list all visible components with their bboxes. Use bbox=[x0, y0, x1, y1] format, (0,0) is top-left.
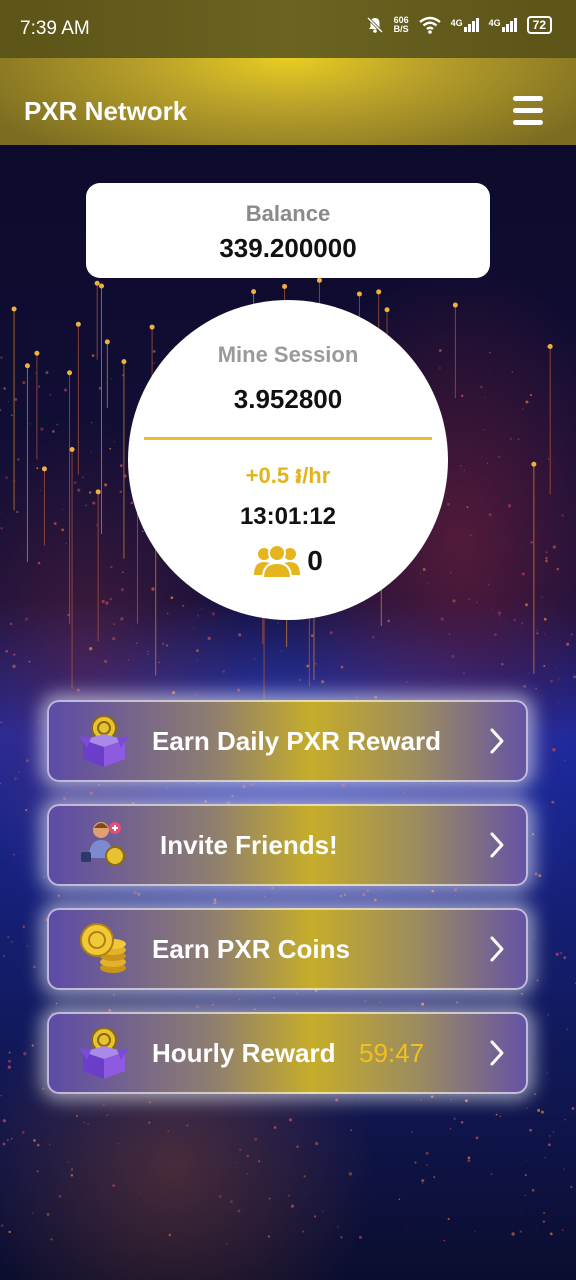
invite-user-icon bbox=[81, 822, 125, 866]
wifi-icon bbox=[418, 16, 441, 34]
hourly-reward-label: Hourly Reward bbox=[152, 1038, 336, 1068]
mine-session-label: Mine Session bbox=[217, 342, 359, 367]
invite-friends-label: Invite Friends! bbox=[160, 830, 338, 860]
app-title: PXR Network bbox=[24, 96, 188, 126]
chevron-right-icon bbox=[490, 1040, 504, 1066]
invite-friends-button[interactable]: Invite Friends! bbox=[47, 804, 528, 886]
earn-daily-reward-label: Earn Daily PXR Reward bbox=[152, 726, 441, 756]
battery-indicator: 72 bbox=[526, 16, 552, 34]
team-row: 0 bbox=[128, 543, 448, 579]
chevron-right-icon bbox=[490, 936, 504, 962]
signal-2: 4G bbox=[489, 18, 517, 32]
signal-1: 4G bbox=[451, 18, 479, 32]
session-timer: 13:01:12 bbox=[239, 503, 337, 530]
chevron-right-icon bbox=[490, 728, 504, 754]
gift-box-icon bbox=[79, 715, 129, 767]
gift-box-icon bbox=[79, 1027, 129, 1079]
divider bbox=[144, 437, 432, 440]
hamburger-menu-icon[interactable] bbox=[513, 96, 543, 126]
team-count: 0 bbox=[307, 545, 323, 576]
network-speed: 606 B/S bbox=[393, 15, 409, 34]
hourly-reward-button[interactable]: Hourly Reward 59:47 bbox=[47, 1012, 528, 1094]
mining-rate: +0.5 ៛/hr bbox=[245, 463, 331, 488]
mine-session-value: 3.952800 bbox=[233, 384, 343, 414]
earn-pxr-coins-label: Earn PXR Coins bbox=[152, 934, 350, 964]
balance-value: 339.200000 bbox=[219, 233, 357, 263]
team-users-icon bbox=[254, 544, 301, 579]
chevron-right-icon bbox=[490, 832, 504, 858]
status-time: 7:39 AM bbox=[20, 18, 90, 39]
status-bar: 7:39 AM 606 B/S 4G 4G 72 bbox=[0, 0, 576, 58]
balance-label: Balance bbox=[245, 201, 331, 226]
balance-card: Balance 339.200000 bbox=[86, 183, 490, 278]
earn-daily-reward-button[interactable]: Earn Daily PXR Reward bbox=[47, 700, 528, 782]
notifications-muted-icon bbox=[366, 16, 383, 34]
hourly-reward-countdown: 59:47 bbox=[359, 1038, 425, 1068]
app-header: PXR Network bbox=[0, 58, 576, 145]
mine-session-circle[interactable]: Mine Session 3.952800 +0.5 ៛/hr 13:01:12… bbox=[128, 300, 448, 620]
status-icons: 606 B/S 4G 4G 72 bbox=[366, 16, 552, 34]
coin-stack-icon bbox=[80, 923, 126, 973]
earn-pxr-coins-button[interactable]: Earn PXR Coins bbox=[47, 908, 528, 990]
